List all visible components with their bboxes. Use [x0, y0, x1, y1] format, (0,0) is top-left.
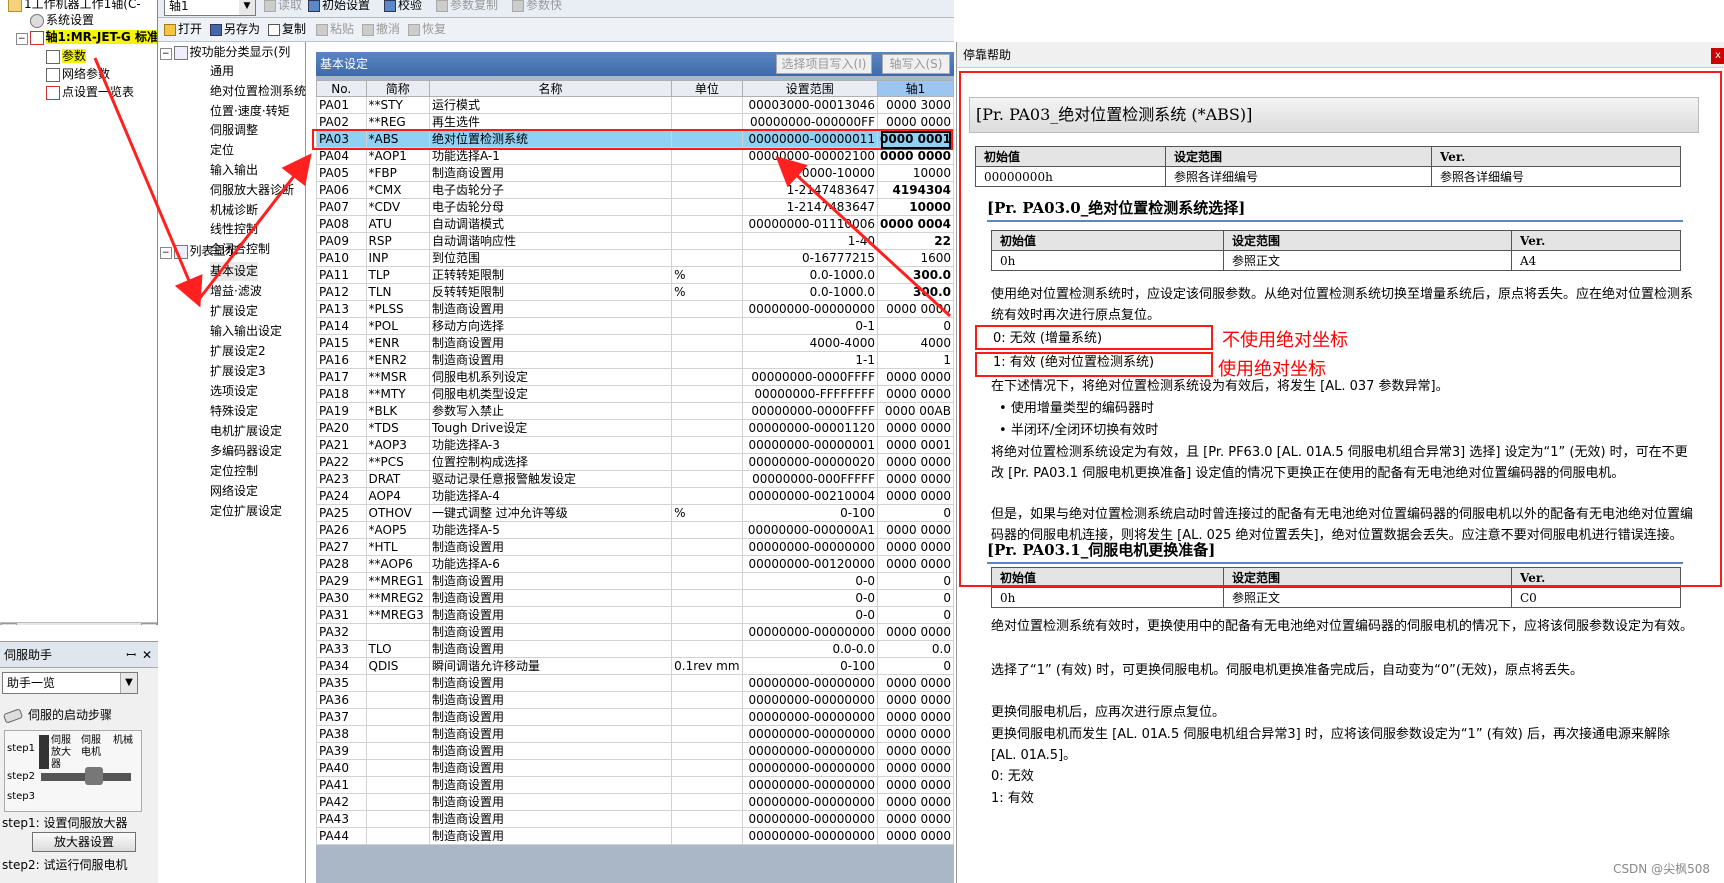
arrow-help-to-row [775, 155, 952, 318]
arrow-params-to-basic [93, 57, 203, 308]
annotation-arrows [93, 57, 952, 318]
arrow-basic-to-pa03 [198, 153, 312, 299]
